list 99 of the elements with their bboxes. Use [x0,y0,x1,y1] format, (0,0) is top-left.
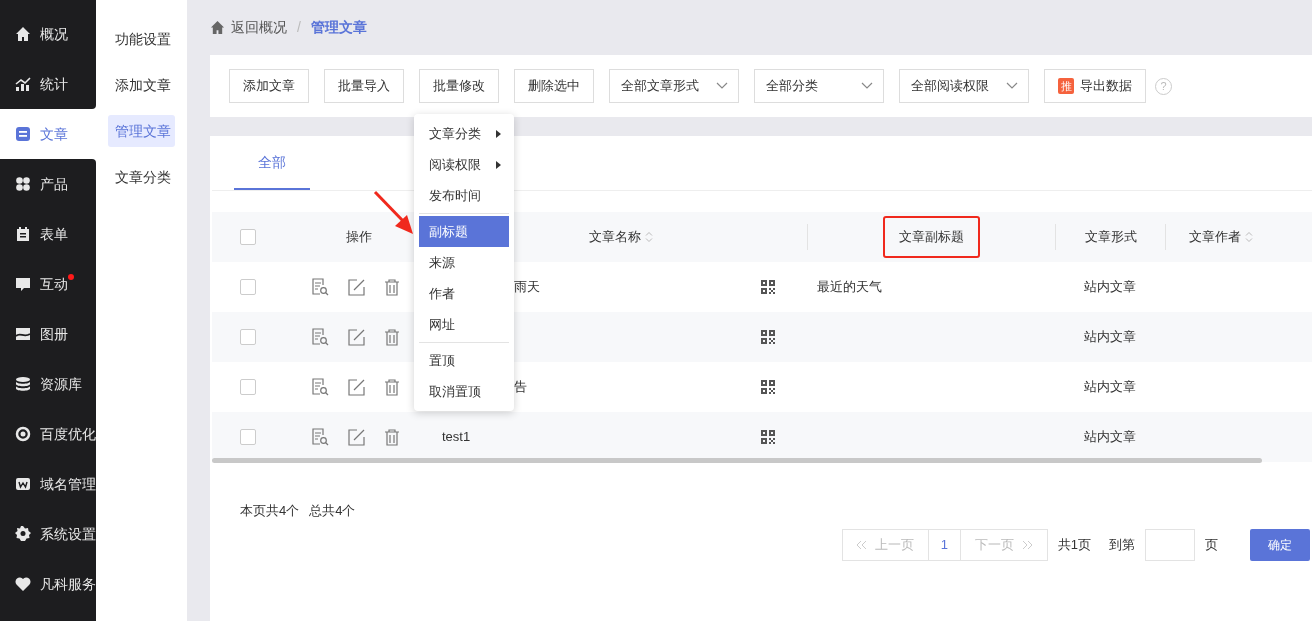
export-badge: 推 [1058,78,1074,94]
qr-code-icon[interactable] [761,380,775,394]
toolbar-button[interactable]: 批量修改 [419,69,499,103]
document-icon [15,126,31,142]
sidebar-item[interactable]: 资源库 [0,359,96,409]
edit-icon[interactable] [348,378,365,396]
filter-select[interactable]: 全部阅读权限 [899,69,1029,103]
clipboard-icon [15,226,31,242]
chart-icon [15,76,31,92]
chevron-down-icon [861,82,873,90]
menu-item[interactable]: 网址 [419,309,509,340]
preview-icon[interactable] [311,428,329,446]
menu-item[interactable]: 置顶 [419,345,509,376]
sidebar-item[interactable]: 表单 [0,209,96,259]
double-chevron-left-icon [856,539,868,550]
subnav-item[interactable]: 功能设置 [108,23,175,55]
heart-icon [15,576,31,592]
column-header[interactable]: 文章副标题 [883,216,980,258]
table-cell-text: 站内文章 [1084,278,1136,297]
export-button[interactable]: 推 导出数据 [1044,69,1146,103]
select-all-checkbox[interactable] [239,229,256,245]
table-cell-text: 站内文章 [1084,428,1136,447]
qr-code-icon[interactable] [761,330,775,344]
sidebar-item[interactable]: 域名管理 [0,459,96,509]
edit-icon[interactable] [348,278,365,296]
page-unit-label: 页 [1205,535,1218,554]
delete-icon[interactable] [384,328,400,346]
chat-icon [15,276,31,292]
toolbar-button[interactable]: 添加文章 [229,69,309,103]
row-checkbox[interactable] [239,429,256,445]
page-number-field[interactable] [1145,528,1195,561]
table-cell-text: 站内文章 [1084,378,1136,397]
subnav-item[interactable]: 管理文章 [108,115,175,147]
menu-item[interactable]: 取消置顶 [419,376,509,407]
settings-icon [15,526,31,542]
preview-icon[interactable] [311,278,329,296]
edit-icon[interactable] [348,428,365,446]
breadcrumb-separator: / [296,18,302,37]
double-chevron-right-icon [1021,539,1033,550]
table-cell: 最近的天气 [817,279,882,295]
sidebar-item[interactable]: 产品 [0,159,96,209]
back-link[interactable]: 返回概况 [231,17,287,38]
menu-item[interactable]: 副标题 [419,216,509,247]
submenu-arrow-icon [496,129,501,138]
database-icon [15,376,31,392]
column-header[interactable]: 文章名称 [588,227,653,247]
menu-item[interactable]: 文章分类 [419,118,509,149]
sidebar-item[interactable]: 文章 [0,109,96,159]
menu-item[interactable]: 发布时间 [419,180,509,211]
grid-icon [15,176,31,192]
total-count-text: 总共4个 [309,502,356,520]
delete-icon[interactable] [384,428,400,446]
home-icon [15,26,31,42]
sidebar-item[interactable]: 统计 [0,59,96,109]
toolbar-button[interactable]: 批量导入 [324,69,404,103]
page-button[interactable]: 1 [928,529,961,560]
sidebar-item[interactable]: 互动 [0,259,96,309]
delete-icon[interactable] [384,278,400,296]
filter-select[interactable]: 全部文章形式 [609,69,739,103]
total-pages-text: 共1页 [1057,535,1091,554]
image-icon [15,326,31,342]
chevron-down-icon [716,82,728,90]
sidebar-item[interactable]: 百度优化 [0,409,96,459]
submenu-arrow-icon [496,160,501,169]
sidebar-item[interactable]: 图册 [0,309,96,359]
domain-icon [15,476,31,492]
target-icon [15,426,31,442]
preview-icon[interactable] [311,378,329,396]
article-title[interactable]: 告 [514,377,527,397]
breadcrumb-current: 管理文章 [310,18,367,37]
table-cell-text: 站内文章 [1084,328,1136,347]
horizontal-scrollbar[interactable] [212,458,1262,463]
tab[interactable]: 全部 [234,136,310,190]
column-header[interactable]: 文章作者 [1188,227,1253,247]
subnav-item[interactable]: 添加文章 [108,69,175,101]
sidebar-item[interactable]: 系统设置 [0,509,96,559]
column-header[interactable]: 文章形式 [1084,227,1137,247]
row-checkbox[interactable] [239,379,256,395]
home-icon [210,20,225,35]
row-checkbox[interactable] [239,329,256,345]
filter-select[interactable]: 全部分类 [754,69,884,103]
qr-code-icon[interactable] [761,430,775,444]
qr-code-icon[interactable] [761,280,775,294]
row-checkbox[interactable] [239,279,256,295]
article-title[interactable]: 雨天 [514,277,540,297]
edit-icon[interactable] [348,328,365,346]
menu-item[interactable]: 阅读权限 [419,149,509,180]
goto-label: 到第 [1109,535,1135,554]
confirm-button[interactable]: 确定 [1250,528,1310,561]
article-title[interactable]: test1 [442,427,471,447]
menu-item[interactable]: 来源 [419,247,509,278]
subnav-item[interactable]: 文章分类 [108,161,175,193]
toolbar-button[interactable]: 删除选中 [514,69,594,103]
preview-icon[interactable] [311,328,329,346]
menu-item[interactable]: 作者 [419,278,509,309]
column-header[interactable]: 操作 [346,227,372,247]
delete-icon[interactable] [384,378,400,396]
page-count-text: 本页共4个 [240,502,300,520]
chevron-down-icon [1006,82,1018,90]
